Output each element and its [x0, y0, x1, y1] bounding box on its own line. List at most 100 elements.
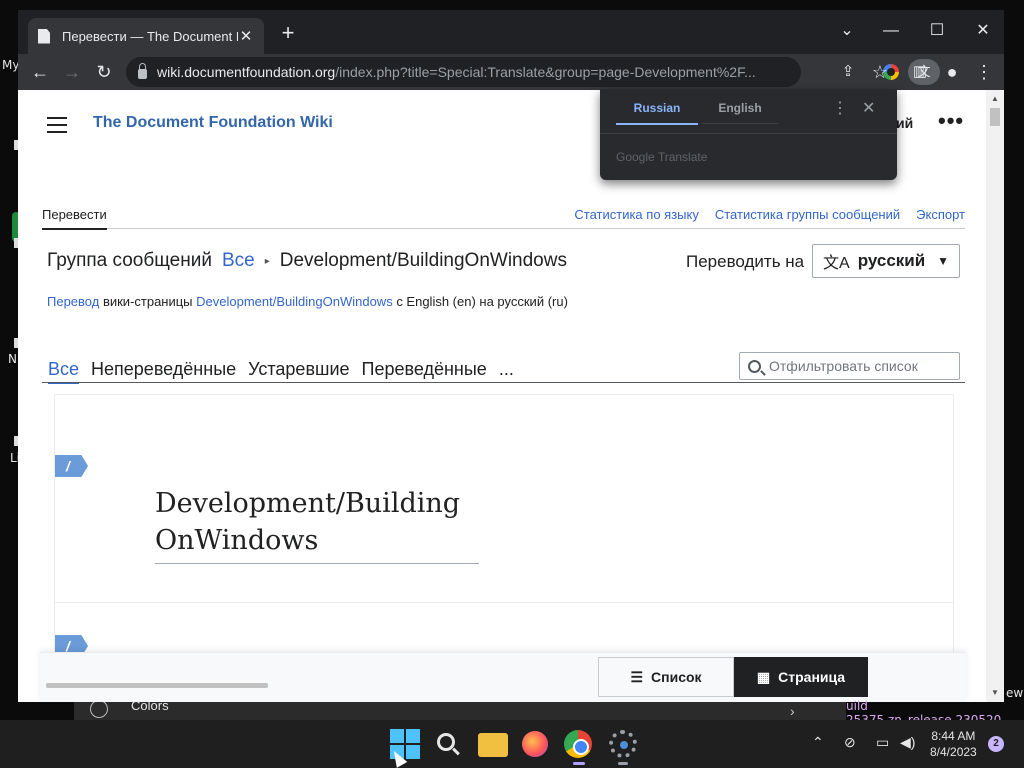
scroll-up-icon[interactable]: ▲: [990, 94, 1000, 103]
page-tabs: Перевести Статистика по языку Статистика…: [42, 207, 965, 230]
search-icon[interactable]: [432, 729, 462, 759]
translation-description: Перевод вики-страницы Development/Buildi…: [47, 294, 568, 309]
running-app-indicator: [618, 762, 628, 765]
group-stats-link[interactable]: Статистика группы сообщений: [715, 207, 900, 222]
chevron-up-icon[interactable]: ⌃: [812, 734, 824, 751]
new-tab-button[interactable]: +: [276, 22, 300, 46]
settings-item-colors[interactable]: Colors: [131, 702, 169, 713]
desktop-icon-label[interactable]: N: [8, 352, 17, 366]
horizontal-scrollbar[interactable]: [46, 683, 268, 688]
tab-close-icon[interactable]: ✕: [238, 27, 254, 45]
lock-icon[interactable]: [138, 63, 147, 79]
translate-menu-icon[interactable]: ⋮: [832, 98, 848, 118]
reload-icon[interactable]: ↻: [90, 58, 118, 86]
list-view-button[interactable]: ☰ Список: [598, 657, 734, 697]
list-view-label: Список: [651, 669, 702, 685]
chrome-menu-icon[interactable]: ⋮: [970, 58, 998, 86]
translation-link[interactable]: Перевод: [47, 294, 99, 309]
description-text: с English (en) на русский (ru): [392, 294, 568, 309]
google-translate-brand: Google Translate: [616, 150, 708, 164]
filter-more[interactable]: ...: [499, 359, 514, 384]
grid-icon: ▦: [756, 668, 771, 685]
vertical-scrollbar[interactable]: ▲ ▼: [986, 90, 1004, 702]
hamburger-menu-icon[interactable]: [47, 117, 67, 138]
page-viewport: The Document Foundation Wiki ий ••• Пере…: [18, 90, 1004, 702]
document-icon: [38, 28, 50, 44]
filter-input[interactable]: [769, 358, 949, 374]
settings-window-strip: Colors ›: [74, 702, 846, 722]
page-links: Статистика по языку Статистика группы со…: [574, 207, 965, 222]
message-group-breadcrumb: Группа сообщений Все ▸ Development/Build…: [47, 250, 567, 272]
clock[interactable]: 8:44 AM 8/4/2023: [930, 728, 977, 760]
group-all-link[interactable]: Все: [222, 250, 255, 272]
watermark-text: ew: [1006, 686, 1024, 700]
browser-tab[interactable]: Перевести — The Document Foundation Wiki…: [28, 18, 264, 54]
forward-icon[interactable]: →: [58, 58, 86, 86]
maximize-button[interactable]: ☐: [914, 16, 960, 46]
search-icon: [748, 359, 761, 373]
notification-badge[interactable]: 2: [988, 736, 1004, 752]
translate-tab-russian[interactable]: Russian: [616, 101, 698, 125]
tab-strip: Перевести — The Document Foundation Wiki…: [18, 10, 1006, 54]
user-language-link[interactable]: ий: [896, 115, 913, 131]
volume-icon[interactable]: ◀): [900, 734, 915, 751]
bookmark-star-icon[interactable]: ☆: [866, 58, 894, 86]
site-title[interactable]: The Document Foundation Wiki: [93, 114, 333, 132]
language-select[interactable]: 文A русский ▼: [812, 244, 960, 278]
scroll-down-icon[interactable]: ▼: [990, 688, 1000, 697]
scrollbar-thumb[interactable]: [990, 108, 1000, 126]
filter-outdated[interactable]: Устаревшие: [248, 359, 349, 384]
desktop-icon-label[interactable]: My: [2, 58, 19, 72]
minimize-button[interactable]: —: [868, 16, 914, 46]
taskbar: ⌃ ⊘ ▭ ◀) 8:44 AM 8/4/2023 2: [0, 720, 1024, 768]
tab-translate[interactable]: Перевести: [42, 207, 107, 230]
translate-divider: [600, 133, 897, 134]
time: 8:44 AM: [931, 729, 976, 743]
translate-close-icon[interactable]: ✕: [862, 98, 875, 118]
message-filter-tabs: Все Непереведённые Устаревшие Переведённ…: [48, 359, 514, 384]
side-panel-icon[interactable]: ▥: [906, 58, 934, 86]
more-options-icon[interactable]: •••: [938, 108, 964, 134]
network-disconnected-icon[interactable]: ⊘: [844, 734, 856, 751]
source-page-link[interactable]: Development/BuildingOnWindows: [196, 294, 393, 309]
settings-gear-icon[interactable]: [609, 730, 637, 758]
language-stats-link[interactable]: Статистика по языку: [574, 207, 698, 222]
description-text: вики-страницы: [99, 294, 197, 309]
browser-toolbar: ← → ↻ wiki.documentfoundation.org/index.…: [18, 54, 1004, 90]
filter-translated[interactable]: Переведённые: [362, 359, 487, 384]
table-row[interactable]: / Development/BuildingOnWindows: [55, 395, 953, 603]
file-explorer-icon[interactable]: [478, 733, 508, 757]
list-icon: ☰: [630, 668, 644, 685]
language-value: русский: [857, 251, 926, 270]
group-name[interactable]: Development/BuildingOnWindows: [280, 250, 567, 272]
group-label: Группа сообщений: [47, 250, 212, 271]
filter-divider: [42, 382, 965, 383]
edit-pencil-icon[interactable]: /: [55, 455, 88, 477]
address-bar[interactable]: wiki.documentfoundation.org/index.php?ti…: [126, 57, 940, 87]
display-icon[interactable]: ▭: [876, 734, 889, 751]
palette-icon: [90, 702, 108, 718]
language-icon: 文A: [823, 255, 850, 272]
translate-popup: Russian English ⋮ ✕ Google Translate: [600, 89, 897, 180]
chevron-down-icon: ▼: [937, 254, 949, 268]
page-view-label: Страница: [778, 669, 846, 685]
back-icon[interactable]: ←: [26, 58, 54, 86]
url-text[interactable]: wiki.documentfoundation.org/index.php?ti…: [157, 64, 767, 80]
message-title: Development/BuildingOnWindows: [155, 485, 479, 564]
filter-untranslated[interactable]: Непереведённые: [91, 359, 236, 384]
breadcrumb-arrow-icon: ▸: [264, 255, 270, 267]
share-icon[interactable]: ⇪: [834, 58, 862, 86]
translate-to-label: Переводить на: [686, 252, 805, 271]
active-app-indicator: [573, 762, 585, 765]
filter-all[interactable]: Все: [48, 359, 80, 384]
chevron-right-icon: ›: [790, 703, 795, 719]
page-view-button[interactable]: ▦ Страница: [734, 657, 868, 697]
translate-tab-english[interactable]: English: [702, 101, 778, 124]
chrome-icon[interactable]: [564, 730, 592, 758]
export-link[interactable]: Экспорт: [916, 207, 965, 222]
tab-search-icon[interactable]: ⌄: [824, 16, 870, 46]
filter-search[interactable]: [739, 352, 960, 380]
profile-icon[interactable]: ●: [938, 58, 966, 86]
firefox-icon[interactable]: [522, 731, 548, 757]
close-window-button[interactable]: ✕: [960, 16, 1006, 46]
